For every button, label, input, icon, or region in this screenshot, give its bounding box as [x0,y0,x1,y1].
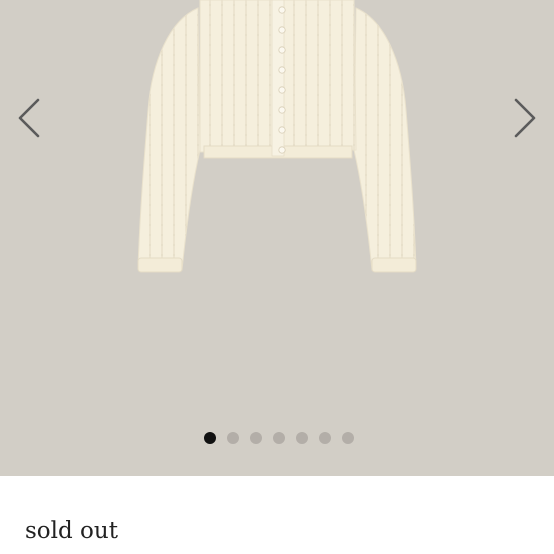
sold-out-label: sold out [25,518,118,544]
pagination-dot-4[interactable] [273,432,285,444]
pagination-dot-3[interactable] [250,432,262,444]
chevron-left-icon[interactable] [16,96,42,140]
pagination-dot-1[interactable] [204,432,216,444]
pagination-dot-7[interactable] [342,432,354,444]
product-image-gallery [0,0,554,476]
pagination-dots [0,432,554,444]
pagination-dot-2[interactable] [227,432,239,444]
product-image [137,0,417,273]
pagination-dot-6[interactable] [319,432,331,444]
pagination-dot-5[interactable] [296,432,308,444]
chevron-right-icon[interactable] [512,96,538,140]
